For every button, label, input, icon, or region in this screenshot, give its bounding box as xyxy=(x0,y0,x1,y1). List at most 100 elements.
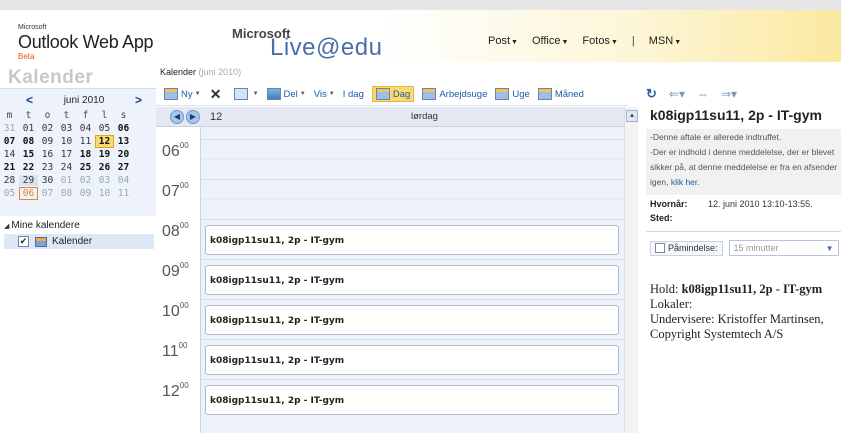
mini-calendar-day[interactable]: 26 xyxy=(95,162,114,173)
mini-calendar-day[interactable]: 01 xyxy=(19,123,38,134)
body-lokaler: Lokaler: xyxy=(650,297,693,311)
mini-calendar-day[interactable]: 09 xyxy=(76,188,95,199)
mini-calendar-month[interactable]: juni 2010 xyxy=(64,95,105,106)
calendar-item[interactable]: ✔ Kalender xyxy=(4,234,154,249)
mini-calendar-day[interactable]: 06 xyxy=(114,123,133,134)
mini-calendar-day[interactable]: 28 xyxy=(0,175,19,186)
mini-calendar-day[interactable]: 19 xyxy=(95,149,114,160)
previous-day-button[interactable]: ◀ xyxy=(170,109,184,124)
mini-calendar-day[interactable]: 04 xyxy=(76,123,95,134)
week-view-button[interactable]: Uge xyxy=(495,88,530,100)
mini-calendar-day[interactable]: 03 xyxy=(57,123,76,134)
mini-calendar-day[interactable]: 10 xyxy=(57,136,76,147)
mini-calendar-day[interactable]: 20 xyxy=(114,149,133,160)
forward-icon[interactable]: ⇒▾ xyxy=(721,87,737,101)
month-view-button[interactable]: Måned xyxy=(537,88,584,100)
mini-calendar-day[interactable]: 08 xyxy=(57,188,76,199)
mini-calendar-day[interactable]: 07 xyxy=(0,136,19,147)
mini-calendar-day[interactable]: 02 xyxy=(76,175,95,186)
chevron-down-icon[interactable]: ▼ xyxy=(195,91,201,97)
hour-label: 1100 xyxy=(162,341,188,361)
mini-calendar-day[interactable]: 30 xyxy=(38,175,57,186)
nav-office[interactable]: Office▼ xyxy=(532,35,568,47)
window-top-strip xyxy=(0,0,841,10)
mini-calendar-day[interactable]: 12 xyxy=(95,135,114,148)
scroll-up-icon[interactable]: ▲ xyxy=(626,110,638,122)
share-button[interactable]: Del ▼ xyxy=(266,88,306,100)
refresh-icon[interactable]: ↻ xyxy=(646,86,657,102)
mini-calendar-day[interactable]: 05 xyxy=(95,123,114,134)
mini-calendar-day[interactable]: 23 xyxy=(38,162,57,173)
reminder-checkbox-box[interactable] xyxy=(655,243,665,253)
workweek-view-icon xyxy=(422,88,437,100)
mini-calendar-day[interactable]: 29 xyxy=(19,175,38,186)
click-here-link[interactable]: klik her. xyxy=(671,177,700,187)
mini-calendar-day[interactable]: 24 xyxy=(57,162,76,173)
day-of-week-label: o xyxy=(44,110,51,121)
info-line-blocked-2: sikker på, at denne meddelelse er fra en… xyxy=(650,162,837,172)
mini-calendar-day[interactable]: 17 xyxy=(57,149,76,160)
mini-calendar-day[interactable]: 21 xyxy=(0,162,19,173)
mini-calendar-day[interactable]: 07 xyxy=(38,188,57,199)
next-day-button[interactable]: ▶ xyxy=(186,109,200,124)
move-button[interactable]: ▼ xyxy=(233,88,259,100)
mini-calendar-day[interactable]: 18 xyxy=(76,149,95,160)
mini-calendar-day[interactable]: 10 xyxy=(95,188,114,199)
day-view-button[interactable]: Dag xyxy=(371,86,415,102)
chevron-down-icon: ▼ xyxy=(561,39,569,46)
mini-calendar-day[interactable]: 11 xyxy=(114,188,133,199)
week-view-icon xyxy=(495,88,510,100)
breadcrumb: Kalender (juni 2010) xyxy=(160,67,241,77)
mini-calendar-day[interactable]: 01 xyxy=(57,175,76,186)
nav-fotos[interactable]: Fotos▼ xyxy=(582,35,617,47)
reply-all-icon[interactable]: ⇔ xyxy=(697,87,709,101)
mini-calendar-day[interactable]: 03 xyxy=(95,175,114,186)
mini-calendar-day[interactable]: 22 xyxy=(19,162,38,173)
nav-post[interactable]: Post▼ xyxy=(488,35,518,47)
mini-calendar-day[interactable]: 16 xyxy=(38,149,57,160)
workweek-view-button[interactable]: Arbejdsuge xyxy=(422,88,487,100)
mini-calendar-day[interactable]: 31 xyxy=(0,123,19,134)
new-button[interactable]: Ny ▼ xyxy=(164,88,201,100)
time-slots[interactable]: k08igp11su11, 2p - IT-gym k08igp11su11, 2… xyxy=(200,127,624,433)
chevron-down-icon[interactable]: ▼ xyxy=(329,91,335,97)
mini-calendar-day[interactable]: 14 xyxy=(0,149,19,160)
calendar-checkbox[interactable]: ✔ xyxy=(18,236,29,247)
nav-separator: | xyxy=(631,35,635,47)
prev-month-button[interactable]: < xyxy=(26,93,33,107)
mini-calendar-day[interactable]: 15 xyxy=(19,149,38,160)
appointment[interactable]: k08igp11su11, 2p - IT-gym xyxy=(205,385,619,415)
appointment[interactable]: k08igp11su11, 2p - IT-gym xyxy=(205,345,619,375)
module-title: Kalender xyxy=(8,67,94,88)
mini-calendar-day[interactable]: 06 xyxy=(19,187,38,200)
chevron-down-icon[interactable]: ▼ xyxy=(253,91,259,97)
view-button[interactable]: Vis ▼ xyxy=(314,89,335,100)
today-button[interactable]: I dag xyxy=(343,89,364,100)
chevron-down-icon[interactable]: ▼ xyxy=(300,91,306,97)
mini-calendar-day[interactable]: 04 xyxy=(114,175,133,186)
delete-button[interactable]: ✕ xyxy=(209,87,226,101)
next-month-button[interactable]: > xyxy=(135,93,142,107)
mini-calendar-day[interactable]: 05 xyxy=(0,188,19,199)
hour-label-minutes: 00 xyxy=(179,261,189,270)
mini-calendar-day[interactable]: 11 xyxy=(76,136,95,147)
mini-calendar-day[interactable]: 08 xyxy=(19,136,38,147)
hour-label: 0900 xyxy=(162,261,189,281)
appointment[interactable]: k08igp11su11, 2p - IT-gym xyxy=(205,265,619,295)
mini-calendar-day[interactable]: 09 xyxy=(38,136,57,147)
mini-calendar-day[interactable]: 13 xyxy=(114,136,133,147)
reply-icon[interactable]: ⇐▾ xyxy=(669,87,685,101)
mini-calendar-day[interactable]: 25 xyxy=(76,162,95,173)
mini-calendar-day[interactable]: 02 xyxy=(38,123,57,134)
reminder-checkbox[interactable]: Påmindelse: xyxy=(650,240,723,256)
mini-calendar-day[interactable]: 27 xyxy=(114,162,133,173)
collapse-triangle-icon[interactable]: ◢ xyxy=(4,223,9,230)
reminder-select[interactable]: 15 minutter ▼ xyxy=(728,240,839,256)
my-calendars-title[interactable]: ◢ Mine kalendere xyxy=(4,220,154,231)
live-edu-logo[interactable]: Microsoft Live@edu xyxy=(230,24,400,61)
appointment[interactable]: k08igp11su11, 2p - IT-gym xyxy=(205,305,619,335)
day-grid-scrollbar[interactable]: ▲ xyxy=(624,107,638,433)
nav-msn[interactable]: MSN▼ xyxy=(649,35,681,47)
owa-logo[interactable]: Microsoft Outlook Web App Beta xyxy=(18,24,154,61)
appointment[interactable]: k08igp11su11, 2p - IT-gym xyxy=(205,225,619,255)
